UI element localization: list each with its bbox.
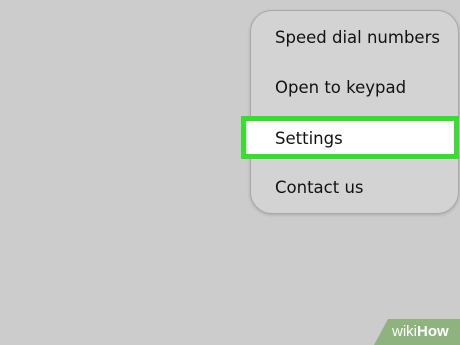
menu-item-open-to-keypad[interactable]: Open to keypad — [275, 78, 406, 98]
menu-item-speed-dial-numbers[interactable]: Speed dial numbers — [275, 28, 440, 48]
watermark-prefix: wiki — [392, 323, 417, 340]
menu-item-contact-us[interactable]: Contact us — [275, 178, 364, 198]
menu-item-settings-label: Settings — [275, 129, 343, 148]
options-menu: Speed dial numbers Open to keypad Contac… — [250, 10, 459, 214]
wikihow-watermark: wikiHow — [374, 319, 460, 345]
menu-item-settings[interactable]: Settings — [241, 116, 459, 159]
watermark-suffix: How — [417, 323, 449, 340]
